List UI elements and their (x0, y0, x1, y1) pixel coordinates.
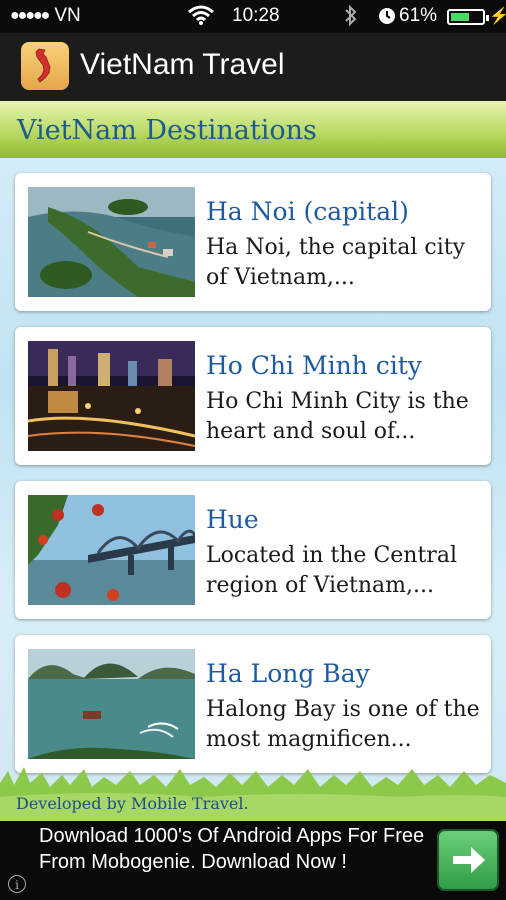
destination-thumbnail (28, 495, 195, 605)
signal-dots: ●●●●● (10, 7, 50, 24)
destination-title: Ha Noi (capital) (206, 197, 409, 226)
clock: 10:28 (232, 5, 280, 26)
destination-description: Halong Bay is one of the most magnificen… (206, 697, 480, 752)
destination-thumbnail (28, 187, 195, 297)
battery-fill (451, 13, 470, 21)
destination-card-ha-noi[interactable]: Ha Noi (capital) Ha Noi, the capital cit… (15, 173, 491, 311)
charging-icon: ⚡ (489, 8, 506, 25)
app-title: VietNam Travel (80, 48, 285, 81)
app-bar: VietNam Travel (0, 33, 506, 101)
wifi-icon (188, 4, 214, 32)
status-bar: ●●●●● VN 10:28 61% ⚡ (0, 0, 506, 33)
alarm-icon (378, 7, 396, 31)
destination-description: Ha Noi, the capital city of Vietnam,... (206, 235, 466, 290)
battery-icon (447, 9, 489, 25)
destination-card-ha-long-bay[interactable]: Ha Long Bay Halong Bay is one of the mos… (15, 635, 491, 773)
ad-text[interactable]: Download 1000's Of Android Apps For Free… (39, 823, 429, 875)
ad-banner[interactable]: Download 1000's Of Android Apps For Free… (0, 821, 506, 900)
bluetooth-icon (344, 4, 358, 34)
destination-description: Ho Chi Minh City is the heart and soul o… (206, 389, 469, 444)
destination-card-hue[interactable]: Hue Located in the Central region of Vie… (15, 481, 491, 619)
carrier-name: VN (54, 5, 81, 26)
destination-description: Located in the Central region of Vietnam… (206, 543, 457, 598)
section-header: VietNam Destinations (0, 101, 506, 158)
main-content: VietNam Destinations Ha Noi (capital) Ha… (0, 101, 506, 821)
ad-info-icon[interactable]: i (8, 875, 26, 893)
destination-thumbnail (28, 341, 195, 451)
destination-title: Ha Long Bay (206, 659, 370, 688)
destination-card-ho-chi-minh[interactable]: Ho Chi Minh city Ho Chi Minh City is the… (15, 327, 491, 465)
battery-percent: 61% (399, 5, 438, 26)
destination-thumbnail (28, 649, 195, 759)
destination-title: Hue (206, 505, 259, 534)
signal-indicator: ●●●●● VN (10, 5, 81, 27)
section-title: VietNam Destinations (17, 115, 317, 146)
arrow-right-icon[interactable] (437, 829, 499, 891)
destination-title: Ho Chi Minh city (206, 351, 422, 380)
vietnam-map-icon[interactable] (21, 42, 69, 90)
developer-credit: Developed by Mobile Travel. (16, 794, 249, 813)
